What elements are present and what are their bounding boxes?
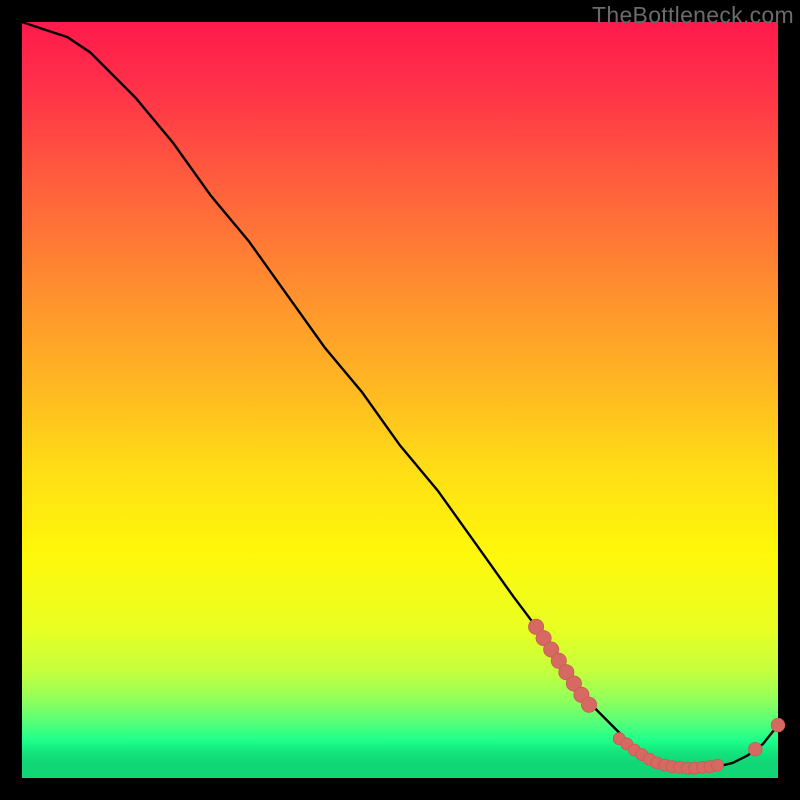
chart-stage: TheBottleneck.com [0,0,800,800]
markers-group [529,619,785,774]
data-marker [771,718,785,732]
data-marker [581,697,596,712]
data-marker [712,759,724,771]
data-marker [749,743,763,757]
bottleneck-curve [22,22,778,768]
chart-overlay [22,22,778,778]
